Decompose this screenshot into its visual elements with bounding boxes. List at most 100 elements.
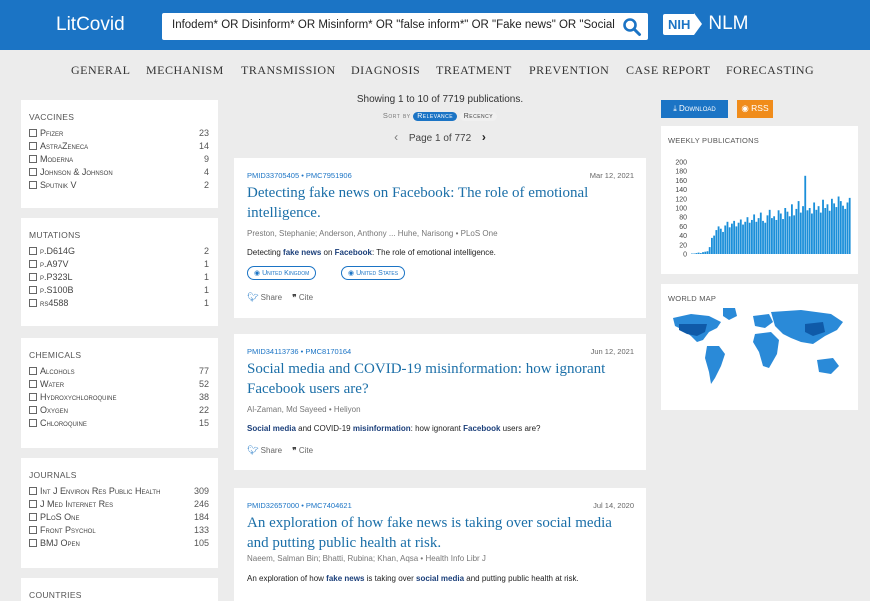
- facet-item[interactable]: Johnson & Johnson 4: [29, 167, 209, 179]
- download-button[interactable]: ⤓ Download: [661, 100, 728, 118]
- tab-diagnosis[interactable]: DIAGNOSIS: [351, 63, 420, 78]
- weekly-bar[interactable]: [695, 253, 698, 254]
- world-map[interactable]: [661, 284, 858, 410]
- weekly-bar[interactable]: [819, 212, 822, 254]
- weekly-bar[interactable]: [844, 208, 847, 254]
- weekly-bar[interactable]: [704, 251, 707, 254]
- weekly-bar[interactable]: [757, 218, 760, 254]
- checkbox[interactable]: [29, 168, 37, 176]
- facet-item[interactable]: rs4588 1: [29, 298, 209, 310]
- checkbox[interactable]: [29, 247, 37, 255]
- facet-item[interactable]: Pfizer 23: [29, 128, 209, 140]
- weekly-bar[interactable]: [768, 209, 771, 254]
- weekly-bar[interactable]: [799, 212, 802, 254]
- weekly-bar[interactable]: [762, 220, 764, 254]
- weekly-bar[interactable]: [766, 215, 769, 254]
- weekly-bar[interactable]: [764, 222, 767, 254]
- weekly-bar[interactable]: [722, 231, 724, 254]
- weekly-bar[interactable]: [708, 247, 711, 254]
- weekly-bar[interactable]: [735, 226, 738, 254]
- checkbox[interactable]: [29, 380, 37, 388]
- tab-case-report[interactable]: CASE REPORT: [626, 63, 710, 78]
- article-ids[interactable]: PMID32657000 • PMC7404621: [247, 501, 352, 510]
- weekly-bar[interactable]: [793, 215, 796, 254]
- weekly-bar[interactable]: [748, 222, 751, 254]
- tab-general[interactable]: GENERAL: [71, 63, 131, 78]
- nih-nlm-logo[interactable]: NIH NLM: [663, 10, 749, 38]
- weekly-bar[interactable]: [744, 221, 747, 254]
- weekly-bar[interactable]: [797, 201, 800, 254]
- weekly-bar[interactable]: [824, 208, 827, 254]
- weekly-bar[interactable]: [728, 227, 731, 254]
- weekly-bar[interactable]: [837, 196, 840, 255]
- weekly-bar[interactable]: [788, 216, 791, 254]
- facet-item[interactable]: AstraZeneca 14: [29, 141, 209, 153]
- weekly-bar[interactable]: [711, 237, 713, 254]
- weekly-bar[interactable]: [795, 208, 798, 254]
- share-button[interactable]: Share: [261, 293, 282, 302]
- weekly-bar[interactable]: [813, 202, 816, 254]
- weekly-bar[interactable]: [848, 197, 851, 254]
- facet-item[interactable]: Water 52: [29, 379, 209, 391]
- weekly-bar[interactable]: [815, 209, 818, 254]
- checkbox[interactable]: [29, 419, 37, 427]
- checkbox[interactable]: [29, 406, 37, 414]
- facet-item[interactable]: p.P323L 1: [29, 272, 209, 284]
- checkbox[interactable]: [29, 539, 37, 547]
- weekly-bar[interactable]: [759, 212, 762, 254]
- weekly-bar[interactable]: [739, 219, 742, 255]
- facet-item[interactable]: Int J Environ Res Public Health 309: [29, 486, 209, 498]
- weekly-bar[interactable]: [839, 201, 842, 254]
- weekly-bar[interactable]: [742, 224, 744, 254]
- litcovid-logo[interactable]: LitCovid: [56, 14, 125, 36]
- checkbox[interactable]: [29, 286, 37, 294]
- prev-page-icon[interactable]: ‹: [394, 130, 398, 144]
- weekly-bar[interactable]: [746, 217, 749, 254]
- article-title[interactable]: Detecting fake news on Facebook: The rol…: [247, 183, 632, 223]
- weekly-bar[interactable]: [697, 252, 700, 254]
- facet-item[interactable]: J Med Internet Res 246: [29, 499, 209, 511]
- checkbox[interactable]: [29, 129, 37, 137]
- facet-item[interactable]: PLoS One 184: [29, 512, 209, 524]
- weekly-bar[interactable]: [702, 252, 704, 254]
- weekly-bar[interactable]: [835, 207, 838, 254]
- next-page-icon[interactable]: ›: [482, 130, 486, 144]
- search-box[interactable]: Infodem* OR Disinform* OR Misinform* OR …: [162, 13, 648, 40]
- checkbox[interactable]: [29, 155, 37, 163]
- weekly-bar[interactable]: [777, 210, 780, 254]
- article-title[interactable]: Social media and COVID-19 misinformation…: [247, 359, 632, 399]
- tab-transmission[interactable]: TRANSMISSION: [241, 63, 336, 78]
- weekly-bar[interactable]: [751, 219, 753, 254]
- tab-forecasting[interactable]: FORECASTING: [726, 63, 814, 78]
- weekly-bar[interactable]: [842, 205, 844, 254]
- facet-item[interactable]: Alcohols 77: [29, 366, 209, 378]
- weekly-bar[interactable]: [717, 226, 720, 254]
- search-icon[interactable]: [622, 17, 642, 37]
- facet-item[interactable]: p.D614G 2: [29, 246, 209, 258]
- weekly-bar[interactable]: [786, 211, 789, 254]
- facet-item[interactable]: BMJ Open 105: [29, 538, 209, 550]
- weekly-bar[interactable]: [811, 213, 813, 254]
- article-ids[interactable]: PMID34113736 • PMC8170164: [247, 347, 351, 356]
- weekly-bar[interactable]: [804, 175, 807, 254]
- country-tag[interactable]: ◉ United Kingdom: [247, 266, 317, 280]
- checkbox[interactable]: [29, 181, 37, 189]
- weekly-bar[interactable]: [784, 208, 787, 254]
- tab-mechanism[interactable]: MECHANISM: [146, 63, 224, 78]
- weekly-bar[interactable]: [802, 206, 804, 254]
- weekly-bar[interactable]: [724, 225, 727, 254]
- weekly-bar[interactable]: [771, 218, 773, 254]
- weekly-bar[interactable]: [779, 213, 782, 254]
- facet-item[interactable]: p.S100B 1: [29, 285, 209, 297]
- facet-item[interactable]: Front Psychol 133: [29, 525, 209, 537]
- checkbox[interactable]: [29, 367, 37, 375]
- weekly-bar[interactable]: [833, 203, 836, 254]
- checkbox[interactable]: [29, 500, 37, 508]
- weekly-bar[interactable]: [782, 219, 784, 254]
- checkbox[interactable]: [29, 526, 37, 534]
- weekly-bar[interactable]: [828, 210, 831, 254]
- weekly-bar[interactable]: [699, 253, 702, 254]
- sort-relevance-button[interactable]: Relevance: [413, 112, 458, 121]
- tab-treatment[interactable]: TREATMENT: [436, 63, 512, 78]
- weekly-bar[interactable]: [817, 206, 820, 254]
